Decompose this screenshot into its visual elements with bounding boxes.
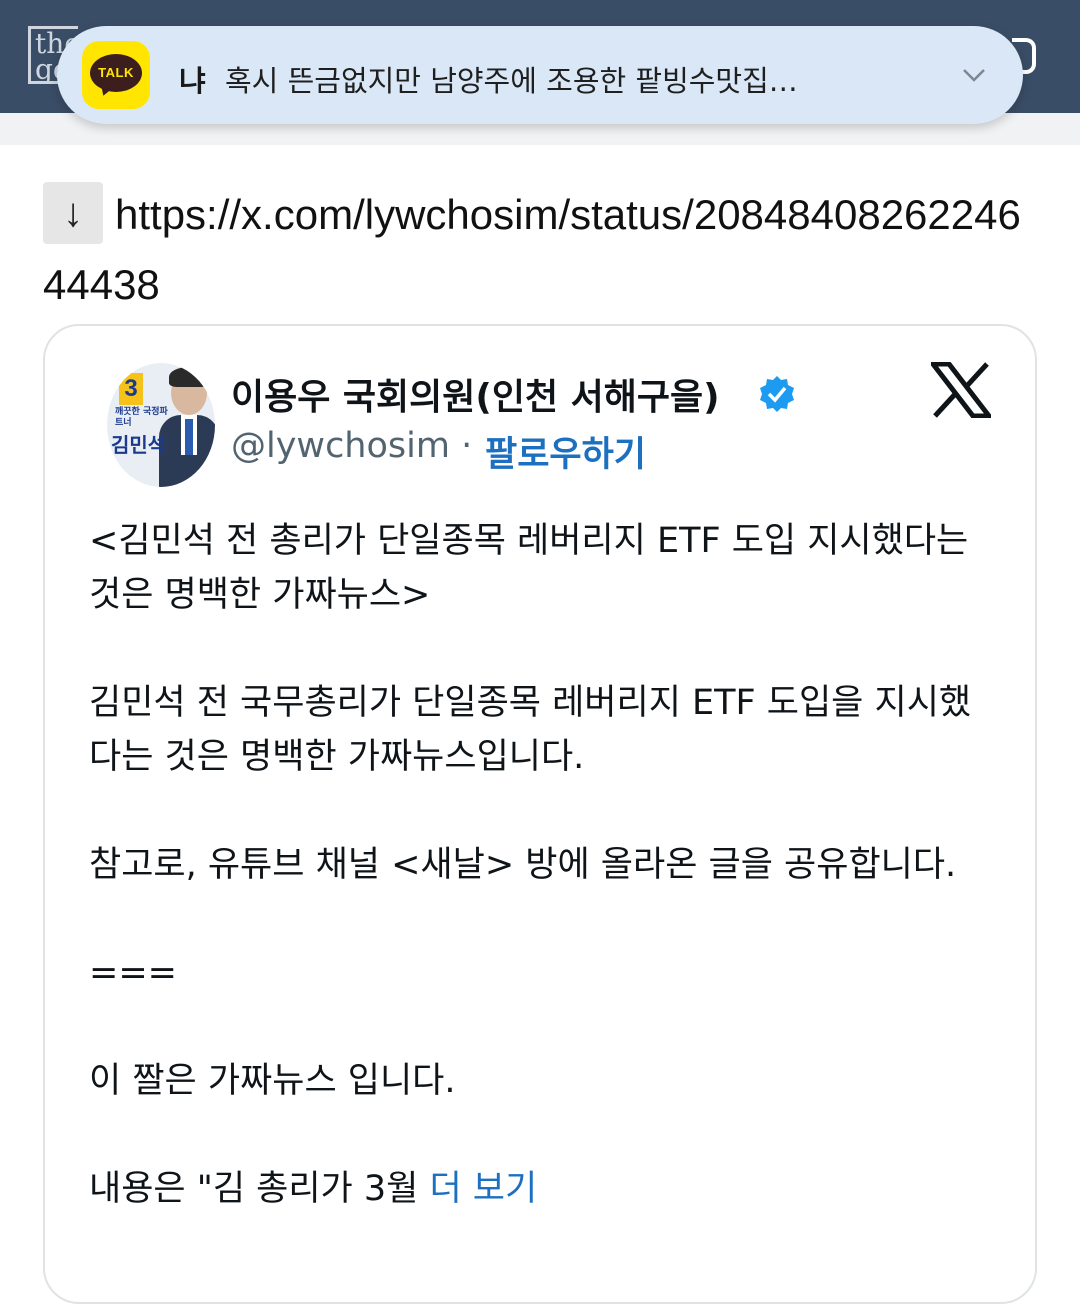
avatar-number: 3 <box>119 373 143 405</box>
avatar-person <box>159 367 215 487</box>
author-name[interactable]: 이용우 국회의원(인천 서해구을) <box>231 368 720 420</box>
tweet-paragraph: <김민석 전 총리가 단일종목 레버리지 ETF 도입 지시했다는 것은 명백한… <box>89 521 969 615</box>
handle-text: @lywchosim <box>231 426 450 466</box>
avatar-name: 김민석 <box>111 433 167 457</box>
separator: · <box>461 426 473 466</box>
tweet-card[interactable]: 3 깨끗한 국정파트너 김민석 이용우 국회의원(인천 서해구을) @lywch… <box>43 324 1037 1304</box>
tweet-body: <김민석 전 총리가 단일종목 레버리지 ETF 도입 지시했다는 것은 명백한… <box>89 514 989 1270</box>
tweet-last-line: 내용은 "김 총리가 3월 더 보기 <box>89 1162 989 1216</box>
kakaotalk-icon: TALK <box>82 41 150 109</box>
avatar-slogan: 깨끗한 국정파트너 <box>115 407 168 428</box>
down-arrow-icon: ↓ <box>43 182 103 244</box>
tweet-paragraph: === <box>89 953 177 993</box>
verified-badge-icon <box>757 374 797 414</box>
link-line: ↓ https://x.com/lywchosim/status/20848408… <box>43 180 1033 320</box>
tweet-truncated-text: 내용은 "김 총리가 3월 <box>89 1169 419 1209</box>
tweet-paragraph: 김민석 전 국무총리가 단일종목 레버리지 ETF 도입을 지시했다는 것은 명… <box>89 683 972 777</box>
tweet-paragraph: 참고로, 유튜브 채널 <새날> 방에 올라온 글을 공유합니다. <box>89 845 957 885</box>
tweet-paragraph: 이 짤은 가짜뉴스 입니다. <box>89 1061 456 1101</box>
chevron-down-icon[interactable] <box>959 60 989 90</box>
notification-message: 혹시 뜬금없지만 남양주에 조용한 팥빙수맛집 카... <box>225 64 805 98</box>
show-more-link[interactable]: 더 보기 <box>429 1169 537 1209</box>
tweet-url[interactable]: https://x.com/lywchosim/status/208484082… <box>43 191 1021 308</box>
avatar[interactable]: 3 깨끗한 국정파트너 김민석 <box>107 363 215 487</box>
notification-banner[interactable]: TALK 냐 혹시 뜬금없지만 남양주에 조용한 팥빙수맛집 카... <box>57 26 1023 124</box>
author-handle[interactable]: @lywchosim · <box>231 426 472 466</box>
talk-bubble: TALK <box>90 54 142 92</box>
notification-sender: 냐 <box>179 64 206 98</box>
follow-button[interactable]: 팔로우하기 <box>485 426 646 477</box>
x-logo-icon[interactable] <box>927 361 995 419</box>
